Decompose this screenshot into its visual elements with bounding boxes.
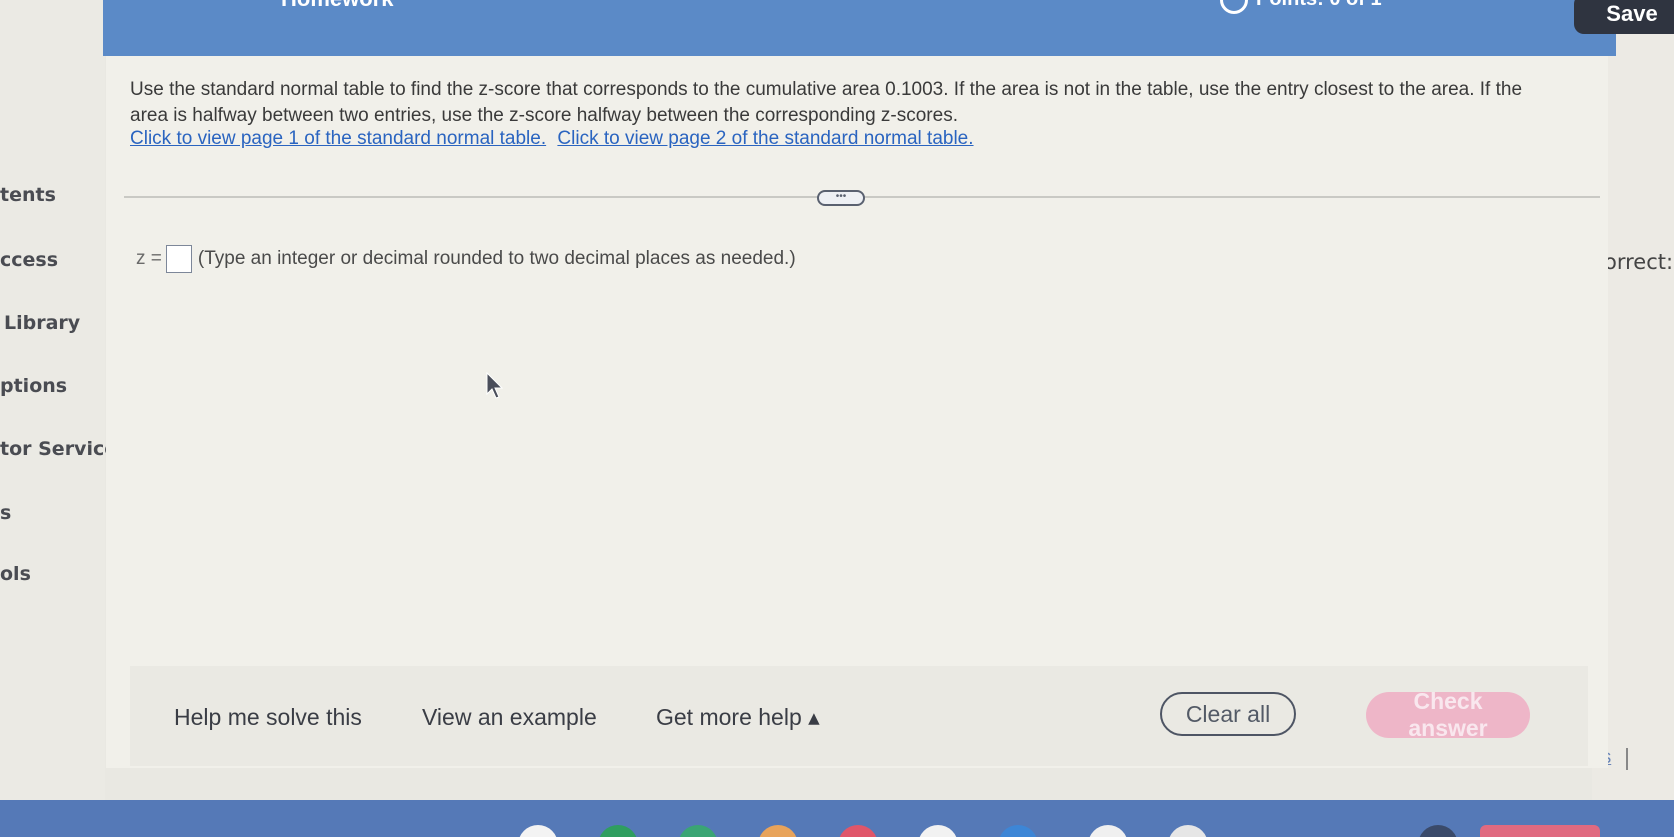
table-links: Click to view page 1 of the standard nor… <box>130 128 974 150</box>
right-divider <box>1626 748 1628 770</box>
z-answer-input[interactable] <box>165 245 192 273</box>
help-me-solve-button[interactable]: Help me solve this <box>174 704 362 731</box>
sidebar: tents ccess Library ptions tor Services … <box>0 0 128 800</box>
mouse-cursor-icon <box>486 372 504 399</box>
progress-circle-icon <box>1220 0 1248 14</box>
z-label: z = <box>136 248 162 269</box>
page-title: Homework <box>281 0 393 12</box>
sidebar-item-library[interactable]: Library <box>4 312 80 334</box>
sidebar-item-tools[interactable]: ols <box>0 563 31 585</box>
sidebar-item-options[interactable]: ptions <box>0 375 67 397</box>
right-panel-text: orrect: <box>1604 250 1674 274</box>
header-bar: Homework Points: 0 of 1 Save <box>103 0 1674 56</box>
resize-handle-icon[interactable]: ••• <box>817 190 865 206</box>
table-page-2-link[interactable]: Click to view page 2 of the standard nor… <box>557 128 973 149</box>
clear-all-button[interactable]: Clear all <box>1160 692 1296 736</box>
answer-hint: (Type an integer or decimal rounded to t… <box>197 248 796 269</box>
footer-bar: Help me solve this View an example Get m… <box>130 666 1588 766</box>
sidebar-item-contents[interactable]: tents <box>0 184 56 206</box>
answer-row: z = (Type an integer or decimal rounded … <box>136 245 796 273</box>
save-button[interactable]: Save <box>1574 0 1674 34</box>
sidebar-item-s[interactable]: s <box>0 502 11 524</box>
sidebar-item-access[interactable]: ccess <box>0 249 58 271</box>
points-label: Points: 0 of 1 <box>1256 0 1382 11</box>
view-example-button[interactable]: View an example <box>422 704 597 731</box>
get-more-help-button[interactable]: Get more help ▴ <box>656 704 820 731</box>
check-answer-button[interactable]: Check answer <box>1366 688 1530 741</box>
question-panel: Use the standard normal table to find th… <box>106 56 1608 768</box>
table-page-1-link[interactable]: Click to view page 1 of the standard nor… <box>130 128 546 149</box>
question-text: Use the standard normal table to find th… <box>130 79 1523 126</box>
dock-app-icon[interactable] <box>1480 825 1600 837</box>
